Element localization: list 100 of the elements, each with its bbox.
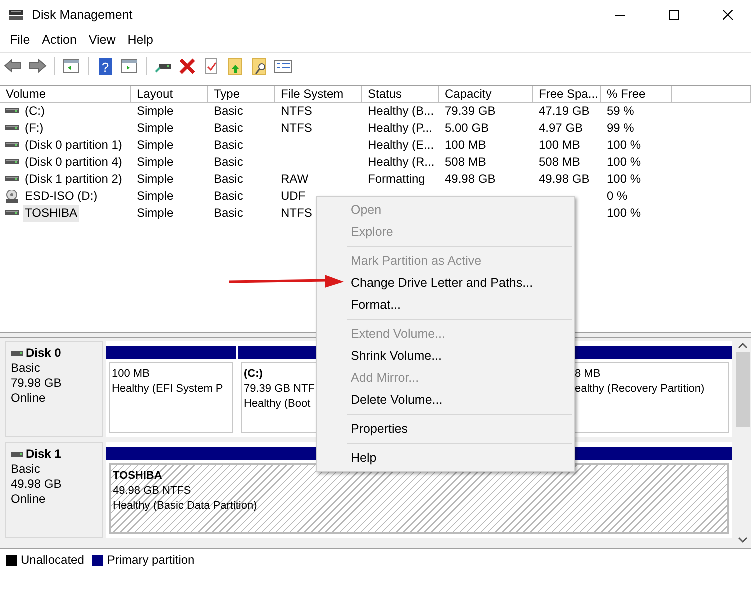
column-header[interactable]: Status xyxy=(362,86,439,103)
table-cell-text: Healthy (E... xyxy=(367,137,436,154)
scroll-down-icon[interactable] xyxy=(738,536,748,544)
table-cell-text: Basic xyxy=(213,154,244,171)
drive-icon xyxy=(11,350,23,356)
table-cell-text: Simple xyxy=(136,188,175,205)
table-cell-text: Simple xyxy=(136,154,175,171)
table-cell-text: 508 MB xyxy=(538,154,582,171)
panel-icon[interactable] xyxy=(62,56,81,76)
partition-size: 49.98 GB NTFS xyxy=(113,484,192,499)
maximize-icon[interactable] xyxy=(669,10,679,20)
table-cell-text: Simple xyxy=(136,205,175,222)
table-cell-text: NTFS xyxy=(280,103,314,120)
drive-label[interactable]: ESD-ISO (D:) xyxy=(23,188,100,205)
context-menu-item[interactable]: Properties xyxy=(351,420,408,438)
help-icon[interactable]: ? xyxy=(96,56,115,76)
table-cell-text: 100 % xyxy=(606,205,642,222)
partition-size: 100 MB xyxy=(112,367,150,382)
column-header[interactable]: Layout xyxy=(131,86,208,103)
table-cell-text: Simple xyxy=(136,137,175,154)
drive-label[interactable]: (Disk 0 partition 1) xyxy=(23,137,124,154)
menu-item[interactable]: File xyxy=(4,33,36,47)
close-icon[interactable] xyxy=(723,10,733,20)
table-cell-text: 508 MB xyxy=(444,154,488,171)
drive-label[interactable]: (Disk 1 partition 2) xyxy=(23,171,124,188)
table-cell-text: 49.98 GB xyxy=(444,171,497,188)
partition-size: 79.39 GB NTF xyxy=(244,382,315,397)
table-cell-text: 100 % xyxy=(606,137,642,154)
table-cell-text: Formatting xyxy=(367,171,426,188)
context-menu-item[interactable]: Change Drive Letter and Paths... xyxy=(351,274,534,292)
disk-status: Online xyxy=(11,391,47,406)
partition-status: Healthy (Basic Data Partition) xyxy=(113,499,258,514)
column-header[interactable]: Volume xyxy=(0,86,131,103)
column-header[interactable]: Type xyxy=(208,86,275,103)
legend-label: Unallocated xyxy=(21,553,84,567)
menu-item[interactable]: Help xyxy=(122,33,160,47)
table-cell-text: Simple xyxy=(136,103,175,120)
scroll-up-icon[interactable] xyxy=(738,342,748,350)
window-title: Disk Management xyxy=(32,8,134,22)
table-cell-text: 100 MB xyxy=(444,137,488,154)
drive-label[interactable]: (Disk 0 partition 4) xyxy=(23,154,124,171)
forward-arrow-icon[interactable] xyxy=(28,56,47,76)
table-cell-text: 59 % xyxy=(606,103,636,120)
partition-status: Healthy (EFI System P xyxy=(112,382,224,397)
partition-block[interactable]: 100 MB Healthy (EFI System P xyxy=(109,362,233,433)
table-cell-text: 49.98 GB xyxy=(538,171,591,188)
table-cell-text: 100 % xyxy=(606,154,642,171)
table-cell-text: 5.00 GB xyxy=(444,120,490,137)
partition-status: ealthy (Recovery Partition) xyxy=(575,382,705,397)
table-cell-text: Healthy (R... xyxy=(367,154,436,171)
disc-drive-icon xyxy=(5,190,19,203)
context-menu-item[interactable]: Shrink Volume... xyxy=(351,347,442,365)
folder-search-icon[interactable] xyxy=(250,56,269,76)
menu-item[interactable]: View xyxy=(82,33,122,47)
drive-label[interactable]: TOSHIBA xyxy=(23,205,80,222)
column-header[interactable]: % Free xyxy=(601,86,672,103)
disk-size: 49.98 GB xyxy=(11,477,63,492)
table-cell-text: UDF xyxy=(280,188,307,205)
drive-icon xyxy=(11,452,23,458)
disk-app-icon xyxy=(8,9,24,21)
drive-label[interactable]: (F:) xyxy=(23,120,46,137)
menu-item[interactable]: Action xyxy=(36,33,83,47)
table-cell-text: 100 % xyxy=(606,171,642,188)
context-menu-item[interactable]: Format... xyxy=(351,296,402,314)
disk-type: Basic xyxy=(11,462,42,477)
partition-block[interactable]: TOSHIBA 49.98 GB NTFS Healthy (Basic Data Partition) xyxy=(109,463,729,534)
partition-label: (C:) xyxy=(244,367,263,382)
disk-size: 79.98 GB xyxy=(11,376,63,391)
disk-name: Disk 1 xyxy=(26,447,62,462)
column-header[interactable]: Free Spa... xyxy=(533,86,601,103)
table-cell-text: Healthy (P... xyxy=(367,120,434,137)
table-cell-text: 79.39 GB xyxy=(444,103,497,120)
disk-name: Disk 0 xyxy=(26,346,62,361)
table-cell-text: Basic xyxy=(213,171,244,188)
table-cell-text: 100 MB xyxy=(538,137,582,154)
partition-label: TOSHIBA xyxy=(113,469,162,484)
column-header[interactable]: Capacity xyxy=(439,86,533,103)
table-cell-text: Basic xyxy=(213,120,244,137)
legend-label: Primary partition xyxy=(107,553,195,567)
table-cell-text: Basic xyxy=(213,103,244,120)
partition-status: Healthy (Boot xyxy=(244,397,311,412)
drive-label[interactable]: (C:) xyxy=(23,103,47,120)
table-cell-text: 4.97 GB xyxy=(538,120,584,137)
table-cell-text: Simple xyxy=(136,120,175,137)
back-arrow-icon[interactable] xyxy=(4,56,23,76)
table-cell-text: Basic xyxy=(213,137,244,154)
table-cell-text: RAW xyxy=(280,171,310,188)
table-cell-text: 47.19 GB xyxy=(538,103,591,120)
table-cell-text: NTFS xyxy=(280,120,314,137)
table-cell-text: Simple xyxy=(136,171,175,188)
table-cell-text: Healthy (B... xyxy=(367,103,436,120)
disk-type: Basic xyxy=(11,361,42,376)
panel-icon[interactable] xyxy=(120,56,139,76)
context-menu-item[interactable]: Delete Volume... xyxy=(351,391,443,409)
delete-icon[interactable] xyxy=(178,56,197,76)
table-cell-text: Basic xyxy=(213,205,244,222)
disk-status: Online xyxy=(11,492,47,507)
folder-up-icon[interactable] xyxy=(226,56,245,76)
table-cell-text: 99 % xyxy=(606,120,636,137)
column-header[interactable]: File System xyxy=(275,86,362,103)
